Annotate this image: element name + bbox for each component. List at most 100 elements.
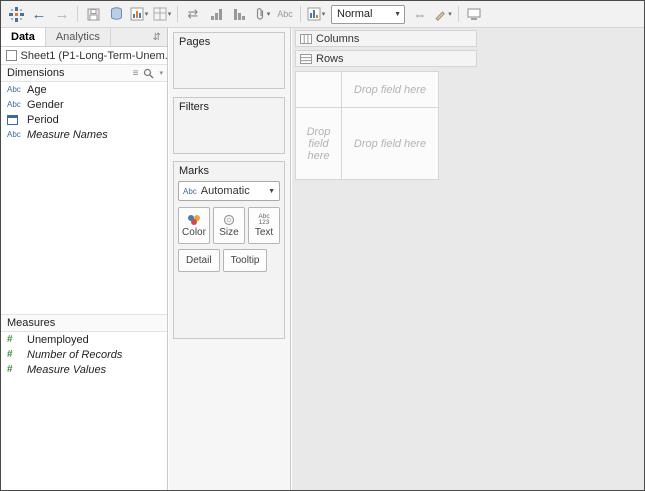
dimension-field-measure-names[interactable]: Abc Measure Names: [1, 127, 167, 142]
toolbar-separator: [177, 6, 178, 22]
chevron-down-icon[interactable]: ▾: [159, 69, 163, 77]
tab-data[interactable]: Data: [1, 28, 46, 46]
mark-type-dropdown[interactable]: Abc Automatic ▼: [178, 181, 280, 201]
field-label: Period: [27, 113, 59, 126]
worksheet-canvas: Columns Rows Drop field here Drop field …: [292, 28, 644, 490]
abc-type-icon: Abc: [183, 186, 197, 196]
field-label: Measure Names: [27, 128, 108, 141]
data-source-name: Sheet1 (P1-Long-Term-Unem...: [20, 49, 168, 62]
pane-tab-bar: Data Analytics ⇵: [1, 28, 167, 47]
color-button[interactable]: Color: [178, 207, 210, 244]
presentation-mode-button[interactable]: [463, 4, 485, 24]
field-label: Age: [27, 83, 47, 96]
group-members-button[interactable]: ▾: [251, 4, 273, 24]
rows-shelf-label: Rows: [316, 52, 344, 65]
main-toolbar: ← → ▾ ▾ ⇄ ▾ Abc ▾ Normal ▼ ⇔ ▾: [1, 1, 644, 28]
toolbar-separator: [458, 6, 459, 22]
fit-width-button[interactable]: ⇔: [409, 4, 431, 24]
data-source-icon: [6, 50, 17, 61]
new-worksheet-button[interactable]: ▾: [128, 4, 150, 24]
fit-mode-dropdown[interactable]: Normal ▼: [331, 4, 405, 24]
rows-shelf[interactable]: Rows: [295, 50, 477, 67]
columns-shelf[interactable]: Columns: [295, 30, 477, 47]
tab-analytics[interactable]: Analytics: [46, 28, 111, 46]
new-dashboard-button[interactable]: ▾: [151, 4, 173, 24]
field-label: Measure Values: [27, 363, 107, 376]
dropdown-caret-icon: ▾: [448, 11, 452, 18]
data-source-item[interactable]: Sheet1 (P1-Long-Term-Unem...: [1, 47, 167, 64]
number-type-icon: #: [7, 364, 13, 375]
highlight-button[interactable]: ▾: [432, 4, 454, 24]
size-circle-icon: [223, 214, 235, 225]
string-type-icon: Abc: [7, 85, 21, 94]
sort-ascending-button[interactable]: [205, 4, 227, 24]
toolbar-separator: [77, 6, 78, 22]
save-button[interactable]: [82, 4, 104, 24]
color-palette-icon: [188, 214, 200, 225]
sort-ascending-icon: [210, 8, 222, 20]
dropdown-caret-icon: ▾: [144, 11, 149, 18]
cards-panel: Pages Filters Marks Abc Automatic ▼ Colo…: [169, 28, 291, 490]
pages-title: Pages: [179, 36, 211, 48]
sort-descending-button[interactable]: [228, 4, 250, 24]
tableau-logo-icon[interactable]: [5, 4, 27, 24]
dimension-field-gender[interactable]: Abc Gender: [1, 97, 167, 112]
columns-icon: [300, 33, 312, 44]
drop-zone-rows[interactable]: Drop field here: [296, 108, 342, 180]
measure-field-number-of-records[interactable]: # Number of Records: [1, 347, 167, 362]
drop-zone-columns[interactable]: Drop field here: [342, 72, 439, 108]
save-icon: [87, 8, 99, 20]
fit-width-icon: ⇔: [413, 6, 427, 22]
rows-icon: [300, 53, 312, 64]
pencil-icon: [435, 10, 446, 21]
show-mark-labels-button[interactable]: Abc: [274, 4, 296, 24]
drop-zone-table: Drop field here Drop field here Drop fie…: [295, 71, 439, 180]
select-caret-icon: ▼: [268, 187, 275, 195]
filters-title: Filters: [179, 101, 209, 113]
field-label: Number of Records: [27, 348, 123, 361]
text-button[interactable]: Abc 123 Text: [248, 207, 280, 244]
size-button[interactable]: Size: [213, 207, 245, 244]
show-me-button[interactable]: ▾: [305, 4, 327, 24]
measure-field-measure-values[interactable]: # Measure Values: [1, 362, 167, 377]
dropdown-caret-icon: ▾: [167, 11, 172, 18]
dimension-field-period[interactable]: Period: [1, 112, 167, 127]
string-type-icon: Abc: [7, 130, 21, 139]
columns-shelf-label: Columns: [316, 32, 360, 45]
filters-shelf[interactable]: Filters: [173, 97, 285, 154]
number-type-icon: #: [7, 334, 13, 345]
view-list-icon[interactable]: ≡: [133, 68, 139, 79]
field-label: Unemployed: [27, 333, 89, 346]
dimension-field-age[interactable]: Abc Age: [1, 82, 167, 97]
dropdown-caret-icon: ▾: [321, 11, 326, 18]
redo-button[interactable]: →: [51, 4, 73, 24]
undo-button[interactable]: ←: [28, 4, 50, 24]
marks-button-row-2: Detail Tooltip: [178, 249, 280, 272]
dashboard-icon: [153, 7, 167, 21]
data-pane: Data Analytics ⇵ Sheet1 (P1-Long-Term-Un…: [1, 28, 168, 490]
sort-descending-icon: [233, 8, 245, 20]
tableau-window: ← → ▾ ▾ ⇄ ▾ Abc ▾ Normal ▼ ⇔ ▾ Data Anal…: [0, 0, 645, 491]
string-type-icon: Abc: [7, 100, 21, 109]
number-type-icon: #: [7, 349, 13, 360]
tooltip-button[interactable]: Tooltip: [222, 249, 268, 272]
add-data-source-button[interactable]: [105, 4, 127, 24]
pane-spacer: [1, 142, 167, 314]
search-icon[interactable]: [143, 68, 154, 79]
pages-shelf[interactable]: Pages: [173, 32, 285, 89]
redo-arrow-icon: →: [54, 5, 70, 23]
numbers-glyph: 123: [258, 218, 270, 226]
pane-toggle-icon[interactable]: ⇵: [147, 28, 167, 46]
calendar-icon: [7, 115, 18, 125]
measure-field-unemployed[interactable]: # Unemployed: [1, 332, 167, 347]
swap-axes-button[interactable]: ⇄: [182, 4, 204, 24]
toolbar-separator: [300, 6, 301, 22]
detail-button[interactable]: Detail: [178, 249, 220, 272]
drop-zone-corner[interactable]: [296, 72, 342, 108]
undo-arrow-icon: ←: [31, 5, 47, 23]
abc-123-icon: Abc 123: [258, 213, 270, 226]
size-button-label: Size: [219, 226, 239, 238]
show-me-chart-icon: [307, 7, 321, 21]
drop-zone-body[interactable]: Drop field here: [342, 108, 439, 180]
measures-title: Measures: [7, 317, 56, 329]
